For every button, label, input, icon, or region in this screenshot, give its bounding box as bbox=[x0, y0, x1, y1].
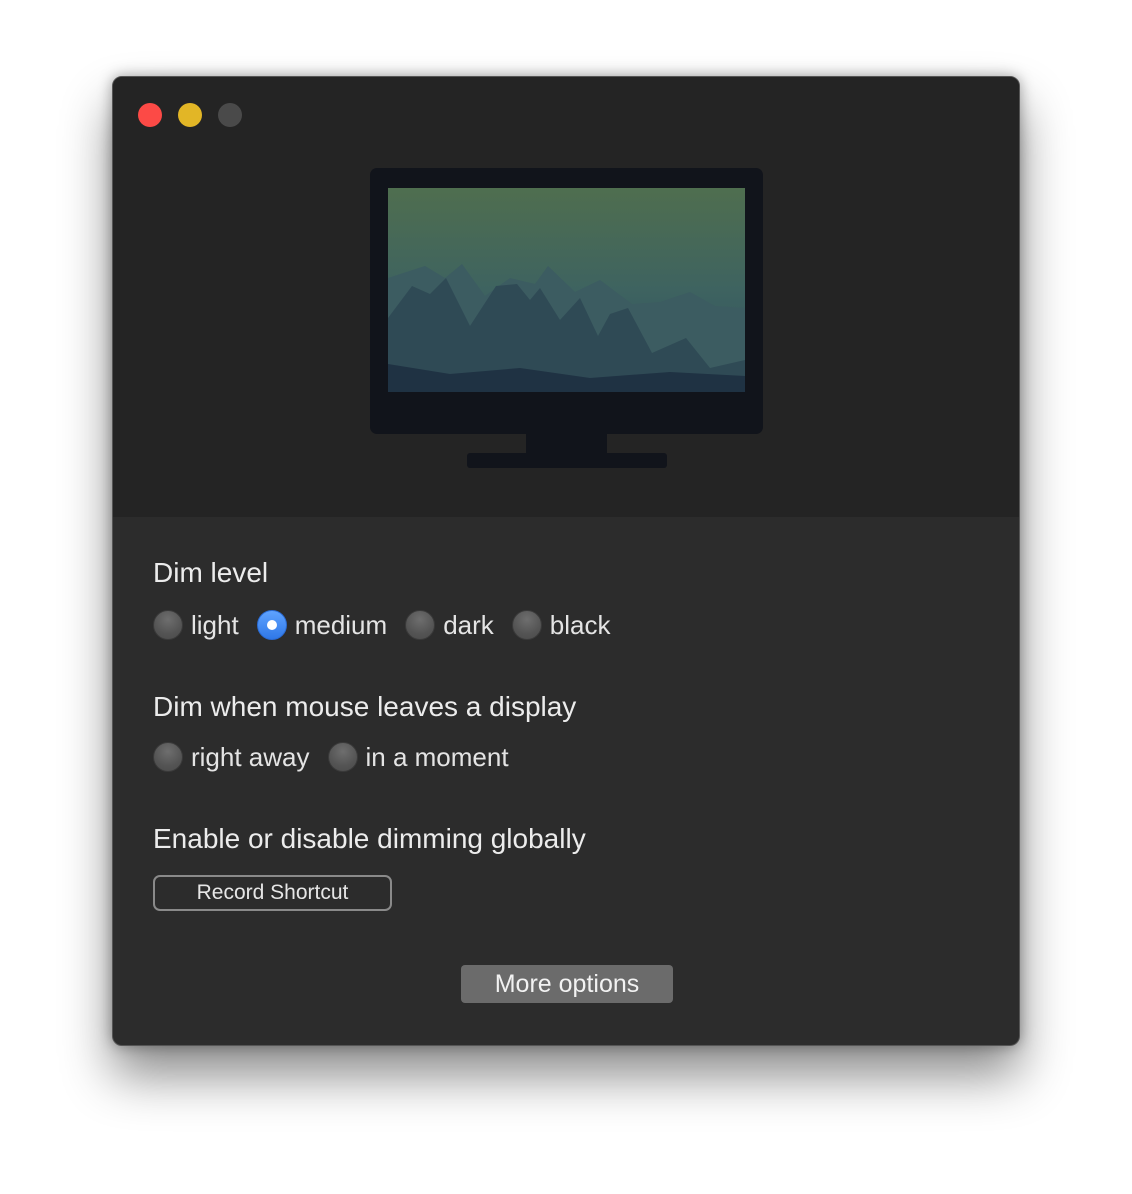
radio-button-selected[interactable] bbox=[256, 610, 287, 640]
radio-button[interactable] bbox=[405, 610, 436, 640]
radio-button[interactable] bbox=[327, 742, 358, 772]
preferences-window: Dim level light medium dark black Dim wh… bbox=[112, 76, 1020, 1046]
radio-button[interactable] bbox=[511, 610, 542, 640]
global-toggle-heading: Enable or disable dimming globally bbox=[153, 823, 586, 854]
radio-label: in a moment bbox=[365, 741, 509, 772]
zoom-icon[interactable] bbox=[218, 103, 242, 127]
settings-panel: Dim level light medium dark black Dim wh… bbox=[153, 517, 979, 1045]
mouse-leave-radio-group: right away in a moment bbox=[153, 741, 527, 773]
dim-level-heading: Dim level bbox=[153, 557, 269, 588]
minimize-icon[interactable] bbox=[178, 103, 202, 127]
monitor-illustration bbox=[370, 168, 763, 468]
record-shortcut-button[interactable]: Record Shortcut bbox=[153, 875, 392, 911]
dim-level-option-medium[interactable]: medium bbox=[256, 609, 388, 641]
radio-button[interactable] bbox=[153, 610, 183, 640]
radio-label: medium bbox=[294, 609, 388, 640]
radio-label: light bbox=[191, 609, 239, 640]
mouse-leave-option-in-a-moment[interactable]: in a moment bbox=[327, 741, 509, 773]
more-options-button[interactable]: More options bbox=[461, 965, 673, 1003]
hero-area bbox=[113, 77, 1019, 517]
mouse-leave-heading: Dim when mouse leaves a display bbox=[153, 691, 577, 722]
radio-label: dark bbox=[443, 609, 494, 640]
dim-level-option-light[interactable]: light bbox=[153, 610, 239, 641]
radio-button[interactable] bbox=[153, 742, 183, 772]
radio-label: right away bbox=[191, 741, 310, 772]
dim-level-option-dark[interactable]: dark bbox=[405, 610, 494, 641]
close-icon[interactable] bbox=[138, 103, 162, 127]
dim-level-radio-group: light medium dark black bbox=[153, 609, 628, 641]
dim-level-option-black[interactable]: black bbox=[511, 609, 611, 641]
radio-label: black bbox=[549, 609, 611, 640]
mouse-leave-option-right-away[interactable]: right away bbox=[153, 742, 310, 773]
